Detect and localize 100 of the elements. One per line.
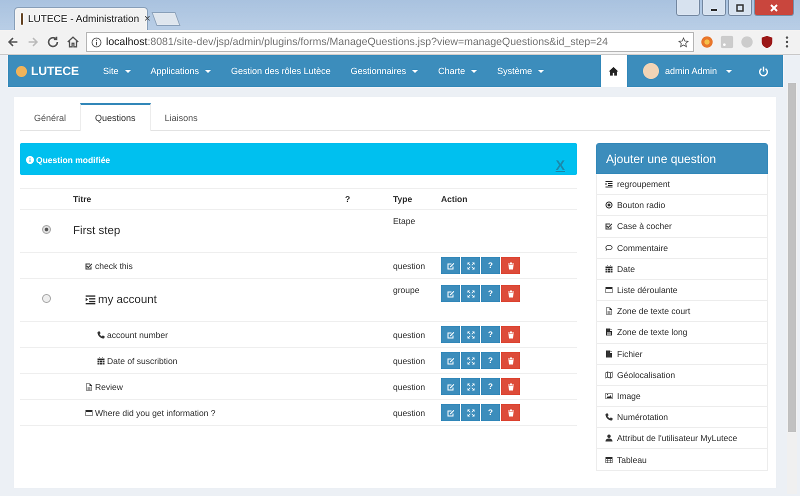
close-icon bbox=[769, 2, 779, 12]
add-question-item[interactable]: Image bbox=[596, 386, 768, 408]
add-question-item[interactable]: Fichier bbox=[596, 344, 768, 365]
logo-icon[interactable] bbox=[16, 66, 27, 76]
sidebar-header: Ajouter une question bbox=[596, 143, 768, 174]
move-button[interactable] bbox=[461, 285, 480, 302]
delete-button[interactable] bbox=[501, 326, 520, 343]
caret-icon bbox=[124, 70, 131, 72]
delete-button[interactable] bbox=[501, 378, 520, 395]
help-button[interactable]: ? bbox=[481, 326, 500, 343]
reload-icon[interactable] bbox=[46, 35, 60, 49]
column-header: Action bbox=[441, 194, 468, 204]
question-type: question bbox=[393, 356, 426, 366]
delete-button[interactable] bbox=[501, 352, 520, 369]
shield-icon[interactable] bbox=[760, 35, 774, 49]
add-question-item[interactable]: Géolocalisation bbox=[596, 364, 768, 386]
question-type: question bbox=[393, 260, 426, 270]
nav-menu-item[interactable]: Applications bbox=[140, 66, 222, 76]
question-title[interactable]: Where did you get information ? bbox=[95, 408, 216, 418]
nav-menu-item[interactable]: Système bbox=[487, 66, 554, 76]
new-tab-button[interactable] bbox=[151, 12, 181, 26]
question-title[interactable]: First step bbox=[73, 224, 120, 236]
close-button[interactable] bbox=[754, 0, 794, 16]
edit-button[interactable] bbox=[441, 352, 460, 369]
scrollbar[interactable] bbox=[787, 83, 797, 494]
info-icon bbox=[91, 36, 102, 48]
add-question-item[interactable]: Date bbox=[596, 258, 768, 280]
move-button[interactable] bbox=[461, 257, 480, 274]
add-question-item[interactable]: Liste déroulante bbox=[596, 280, 768, 302]
nav-menu-item[interactable]: Charte bbox=[428, 66, 488, 76]
add-question-item[interactable]: regroupement bbox=[596, 174, 768, 196]
address-bar[interactable]: localhost:8081/site-dev/jsp/admin/plugins/forms/ManageQuestions.jsp?view=manageQuestions&id_step=24 bbox=[86, 32, 694, 52]
edit-icon bbox=[446, 408, 454, 416]
edit-button[interactable] bbox=[441, 285, 460, 302]
caret-icon bbox=[471, 70, 478, 72]
document-icon bbox=[85, 382, 93, 390]
question-type: question bbox=[393, 382, 426, 392]
tab[interactable]: Questions bbox=[80, 103, 151, 131]
edit-button[interactable] bbox=[441, 326, 460, 343]
move-button[interactable] bbox=[461, 352, 480, 369]
tab-close-button[interactable]: × bbox=[144, 13, 151, 25]
add-question-item[interactable]: Zone de texte court bbox=[596, 301, 768, 322]
column-header: Type bbox=[393, 194, 412, 204]
radio-button[interactable] bbox=[42, 225, 50, 234]
delete-button[interactable] bbox=[501, 285, 520, 302]
edit-button[interactable] bbox=[441, 404, 460, 421]
back-icon[interactable] bbox=[6, 35, 20, 49]
help-button[interactable]: ? bbox=[481, 404, 500, 421]
indent-list-icon bbox=[85, 294, 96, 305]
edit-button[interactable] bbox=[441, 378, 460, 395]
question-title[interactable]: Review bbox=[95, 382, 123, 392]
add-question-item[interactable]: Attribut de l'utilisateur MyLutece bbox=[596, 428, 768, 450]
add-question-item[interactable]: Numérotation bbox=[596, 407, 768, 428]
trash-icon bbox=[506, 356, 514, 364]
expand-arrows-icon bbox=[466, 408, 474, 416]
question-title[interactable]: check this bbox=[95, 260, 133, 270]
edit-icon bbox=[446, 330, 454, 338]
move-button[interactable] bbox=[461, 378, 480, 395]
minimize-button[interactable] bbox=[702, 0, 726, 16]
question-title[interactable]: Date of suscribtion bbox=[107, 356, 178, 366]
move-button[interactable] bbox=[461, 404, 480, 421]
expand-arrows-icon bbox=[466, 262, 474, 270]
tab-title: LUTECE - Administration bbox=[28, 14, 140, 24]
question-title[interactable]: account number bbox=[107, 330, 168, 340]
help-button[interactable]: ? bbox=[481, 285, 500, 302]
home-button[interactable] bbox=[600, 55, 627, 87]
add-question-item[interactable]: Bouton radio bbox=[596, 195, 768, 216]
edit-icon bbox=[446, 382, 454, 390]
help-button[interactable]: ? bbox=[481, 257, 500, 274]
add-question-item[interactable]: Case à cocher bbox=[596, 216, 768, 238]
maximize-button[interactable] bbox=[728, 0, 752, 16]
help-button[interactable]: ? bbox=[481, 352, 500, 369]
move-button[interactable] bbox=[461, 326, 480, 343]
delete-button[interactable] bbox=[501, 257, 520, 274]
radio-button[interactable] bbox=[42, 294, 50, 303]
tab[interactable]: Liaisons bbox=[150, 103, 212, 130]
browser-tab[interactable]: LUTECE - Administration × bbox=[14, 7, 148, 30]
calendar-icon bbox=[605, 264, 613, 273]
question-title[interactable]: my account bbox=[98, 294, 157, 306]
star-icon[interactable] bbox=[678, 36, 689, 48]
user-menu[interactable]: admin Admin bbox=[636, 63, 744, 79]
speech-bubble-icon bbox=[605, 244, 613, 252]
nav-menu-item[interactable]: Gestion des rôles Lutèce bbox=[221, 66, 341, 76]
nav-menu-item[interactable]: Site bbox=[93, 66, 141, 76]
expand-arrows-icon bbox=[466, 330, 474, 338]
trash-icon bbox=[506, 262, 514, 270]
checkbox-icon bbox=[85, 262, 93, 270]
help-button[interactable]: ? bbox=[481, 378, 500, 395]
nav-menu-item[interactable]: Gestionnaires bbox=[340, 66, 428, 76]
caret-icon bbox=[412, 70, 418, 72]
add-question-item[interactable]: Commentaire bbox=[596, 238, 768, 259]
caret-icon bbox=[538, 70, 544, 72]
brand-name[interactable]: LUTECE bbox=[31, 64, 79, 78]
tab[interactable]: Général bbox=[20, 103, 80, 130]
delete-button[interactable] bbox=[501, 404, 520, 421]
add-question-item[interactable]: Zone de texte long bbox=[596, 322, 768, 344]
add-question-item[interactable]: Tableau bbox=[596, 449, 768, 471]
home-icon[interactable] bbox=[66, 35, 80, 49]
edit-button[interactable] bbox=[441, 257, 460, 274]
radio-icon bbox=[605, 201, 613, 210]
